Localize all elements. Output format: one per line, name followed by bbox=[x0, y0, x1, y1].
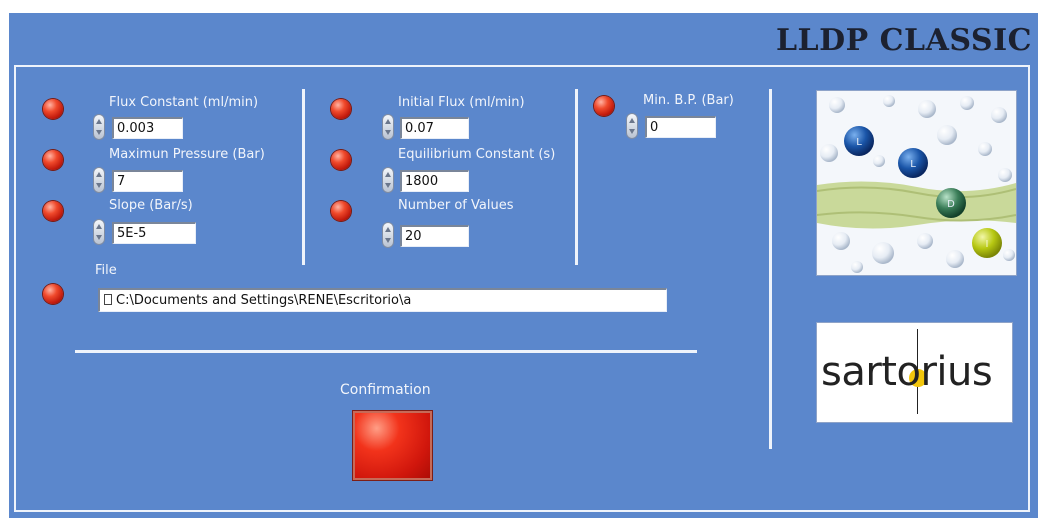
number-of-values-input[interactable]: 20 bbox=[400, 225, 469, 247]
sartorius-logo: sartorius bbox=[816, 322, 1013, 423]
max-pressure-input[interactable]: 7 bbox=[112, 170, 183, 192]
molecule-label-4: I bbox=[986, 239, 989, 250]
column-divider-2 bbox=[575, 89, 578, 265]
slope-led bbox=[43, 201, 63, 221]
main-panel: LLDP CLASSIC Flux Constant (ml/min) 0.00… bbox=[9, 13, 1038, 518]
logo-text: sartorius bbox=[821, 349, 993, 395]
equilibrium-constant-input[interactable]: 1800 bbox=[400, 170, 469, 192]
molecule-label-3: D bbox=[947, 199, 955, 210]
initial-flux-led bbox=[331, 99, 351, 119]
path-icon[interactable] bbox=[104, 294, 112, 305]
max-pressure-label: Maximun Pressure (Bar) bbox=[109, 147, 265, 162]
right-divider bbox=[769, 89, 772, 449]
file-path-text: C:\Documents and Settings\RENE\Escritori… bbox=[116, 293, 412, 308]
file-led bbox=[43, 284, 63, 304]
confirmation-button[interactable] bbox=[352, 410, 433, 481]
flux-constant-spinner[interactable] bbox=[93, 114, 105, 140]
equilibrium-constant-led bbox=[331, 150, 351, 170]
slope-label: Slope (Bar/s) bbox=[109, 198, 193, 213]
max-pressure-spinner[interactable] bbox=[93, 167, 105, 193]
app-title: LLDP CLASSIC bbox=[775, 23, 1032, 58]
horizontal-divider bbox=[75, 350, 697, 353]
membrane-illustration: L L D I bbox=[816, 91, 1017, 275]
molecule-label-2: L bbox=[910, 159, 916, 170]
min-bp-input[interactable]: 0 bbox=[645, 116, 716, 138]
number-of-values-spinner[interactable] bbox=[382, 222, 394, 248]
number-of-values-label: Number of Values bbox=[398, 198, 514, 213]
flux-constant-led bbox=[43, 99, 63, 119]
confirmation-label: Confirmation bbox=[340, 382, 431, 398]
molecule-image: L L D I bbox=[816, 90, 1017, 276]
flux-constant-input[interactable]: 0.003 bbox=[112, 117, 183, 139]
max-pressure-led bbox=[43, 150, 63, 170]
flux-constant-label: Flux Constant (ml/min) bbox=[109, 95, 259, 110]
min-bp-spinner[interactable] bbox=[626, 113, 638, 139]
equilibrium-constant-label: Equilibrium Constant (s) bbox=[398, 147, 556, 162]
initial-flux-label: Initial Flux (ml/min) bbox=[398, 95, 525, 110]
min-bp-label: Min. B.P. (Bar) bbox=[643, 93, 734, 108]
min-bp-led bbox=[594, 96, 614, 116]
file-label: File bbox=[95, 263, 117, 278]
file-path-input[interactable]: C:\Documents and Settings\RENE\Escritori… bbox=[98, 288, 667, 312]
molecule-label-1: L bbox=[856, 137, 862, 148]
number-of-values-led bbox=[331, 201, 351, 221]
equilibrium-constant-spinner[interactable] bbox=[382, 167, 394, 193]
column-divider-1 bbox=[302, 89, 305, 265]
initial-flux-input[interactable]: 0.07 bbox=[400, 117, 469, 139]
slope-spinner[interactable] bbox=[93, 219, 105, 245]
slope-input[interactable]: 5E-5 bbox=[112, 222, 196, 244]
initial-flux-spinner[interactable] bbox=[382, 114, 394, 140]
